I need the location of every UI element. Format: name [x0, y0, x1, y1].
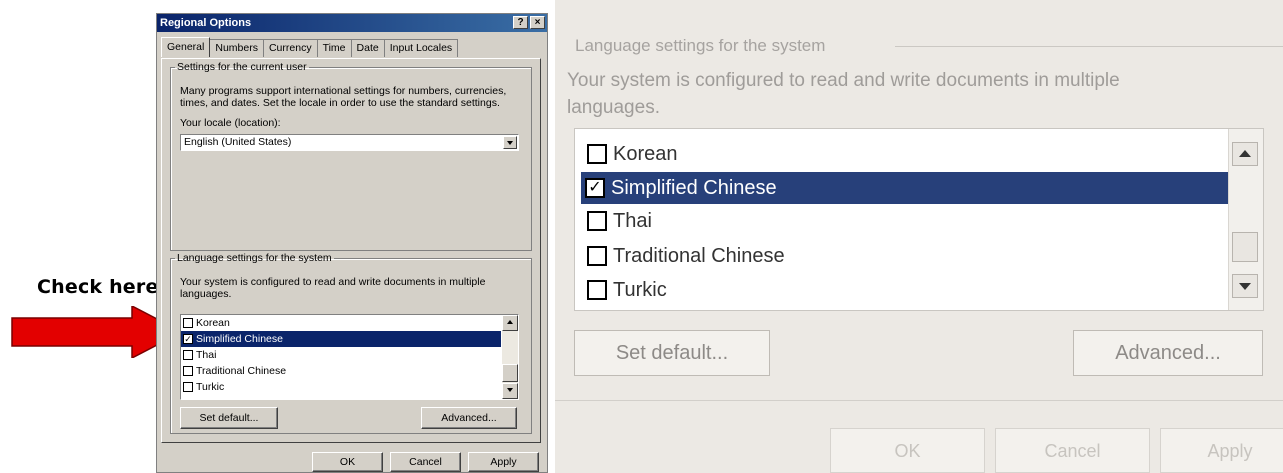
chevron-down-icon [507, 388, 513, 392]
zoom-ok-button[interactable]: OK [830, 428, 985, 473]
chevron-down-icon [1239, 283, 1251, 290]
chevron-up-icon [507, 320, 513, 324]
language-label: Simplified Chinese [611, 176, 777, 199]
tab-general[interactable]: General [161, 37, 211, 57]
zoom-advanced-button[interactable]: Advanced... [1073, 330, 1263, 376]
system-language-group: Language settings for the system Your sy… [170, 252, 532, 434]
language-label: Korean [613, 142, 678, 165]
zoom-list-scrollbar[interactable] [1228, 129, 1263, 310]
zoom-legend: Language settings for the system [575, 36, 826, 55]
scroll-down-button[interactable] [1232, 274, 1258, 298]
check-here-callout: Check here [37, 276, 159, 298]
title-bar: Regional Options ? × [157, 14, 547, 32]
system-language-legend: Language settings for the system [177, 252, 332, 264]
language-label: Thai [196, 349, 217, 361]
language-label: Thai [613, 209, 652, 232]
zoom-cancel-button[interactable]: Cancel [995, 428, 1150, 473]
language-checkbox[interactable] [587, 144, 607, 164]
advanced-button[interactable]: Advanced... [421, 407, 517, 429]
list-item[interactable]: ✓ Simplified Chinese [181, 331, 501, 347]
tab-numbers[interactable]: Numbers [209, 39, 264, 57]
tab-date[interactable]: Date [350, 39, 385, 57]
language-checkbox[interactable] [183, 318, 193, 328]
current-user-group: Settings for the current user Many progr… [170, 61, 532, 251]
language-checkbox[interactable]: ✓ [183, 334, 193, 344]
zoom-language-list: Korean ✓ Simplified Chinese Thai Traditi… [574, 128, 1264, 311]
current-user-description: Many programs support international sett… [180, 85, 507, 109]
language-checkbox[interactable] [183, 350, 193, 360]
list-item[interactable]: ✓ Simplified Chinese [581, 172, 1231, 204]
divider [895, 46, 1283, 47]
scroll-down-button[interactable] [502, 383, 518, 399]
locale-dropdown-button[interactable] [503, 136, 517, 149]
close-button[interactable]: × [530, 16, 545, 29]
chevron-up-icon [1239, 150, 1251, 157]
zoom-set-default-button[interactable]: Set default... [574, 330, 770, 376]
language-checkbox[interactable] [183, 366, 193, 376]
list-item[interactable]: Thai [583, 205, 1233, 237]
tab-strip: General Numbers Currency Time Date Input… [161, 37, 459, 57]
list-item[interactable]: Turkic [181, 379, 501, 395]
list-scrollbar[interactable] [502, 315, 518, 399]
list-item[interactable]: Korean [181, 315, 501, 331]
tab-input-locales[interactable]: Input Locales [383, 39, 459, 57]
tab-currency[interactable]: Currency [262, 39, 318, 57]
general-tab-panel: Settings for the current user Many progr… [161, 58, 541, 443]
zoom-apply-button[interactable]: Apply [1160, 428, 1283, 473]
language-label: Turkic [196, 381, 225, 393]
language-label: Traditional Chinese [613, 244, 785, 267]
list-item[interactable]: Korean [583, 138, 1233, 170]
set-default-button[interactable]: Set default... [180, 407, 278, 429]
scroll-up-button[interactable] [502, 315, 518, 331]
language-label: Turkic [613, 278, 667, 301]
list-item[interactable]: Turkic [583, 274, 1233, 306]
scroll-up-button[interactable] [1232, 142, 1258, 166]
list-item[interactable]: Traditional Chinese [181, 363, 501, 379]
scroll-thumb[interactable] [502, 364, 518, 382]
regional-options-dialog: Regional Options ? × General Numbers Cur… [156, 13, 548, 473]
ok-button[interactable]: OK [312, 452, 383, 472]
zoomed-view: Language settings for the system Your sy… [555, 0, 1283, 473]
current-user-legend: Settings for the current user [177, 61, 307, 73]
list-item[interactable]: Thai [181, 347, 501, 363]
apply-button[interactable]: Apply [468, 452, 539, 472]
system-language-description: Your system is configured to read and wr… [180, 276, 486, 300]
locale-combo[interactable]: English (United States) [180, 134, 519, 151]
tab-time[interactable]: Time [316, 39, 352, 57]
locale-label: Your locale (location): [180, 117, 281, 129]
dialog-title: Regional Options [160, 17, 252, 29]
scroll-thumb[interactable] [1232, 232, 1258, 262]
cancel-button[interactable]: Cancel [390, 452, 461, 472]
language-checkbox[interactable]: ✓ [585, 178, 605, 198]
divider [555, 400, 1283, 401]
language-list: Korean ✓ Simplified Chinese Thai Traditi… [180, 314, 519, 400]
chevron-down-icon [507, 141, 513, 145]
zoom-description: Your system is configured to read and wr… [567, 70, 1120, 118]
language-checkbox[interactable] [587, 280, 607, 300]
language-checkbox[interactable] [183, 382, 193, 392]
language-label: Korean [196, 317, 230, 329]
language-checkbox[interactable] [587, 211, 607, 231]
language-checkbox[interactable] [587, 246, 607, 266]
list-item[interactable]: Traditional Chinese [583, 240, 1233, 272]
locale-value: English (United States) [184, 136, 292, 148]
language-label: Traditional Chinese [196, 365, 287, 377]
help-button[interactable]: ? [513, 16, 528, 29]
language-label: Simplified Chinese [196, 333, 283, 345]
